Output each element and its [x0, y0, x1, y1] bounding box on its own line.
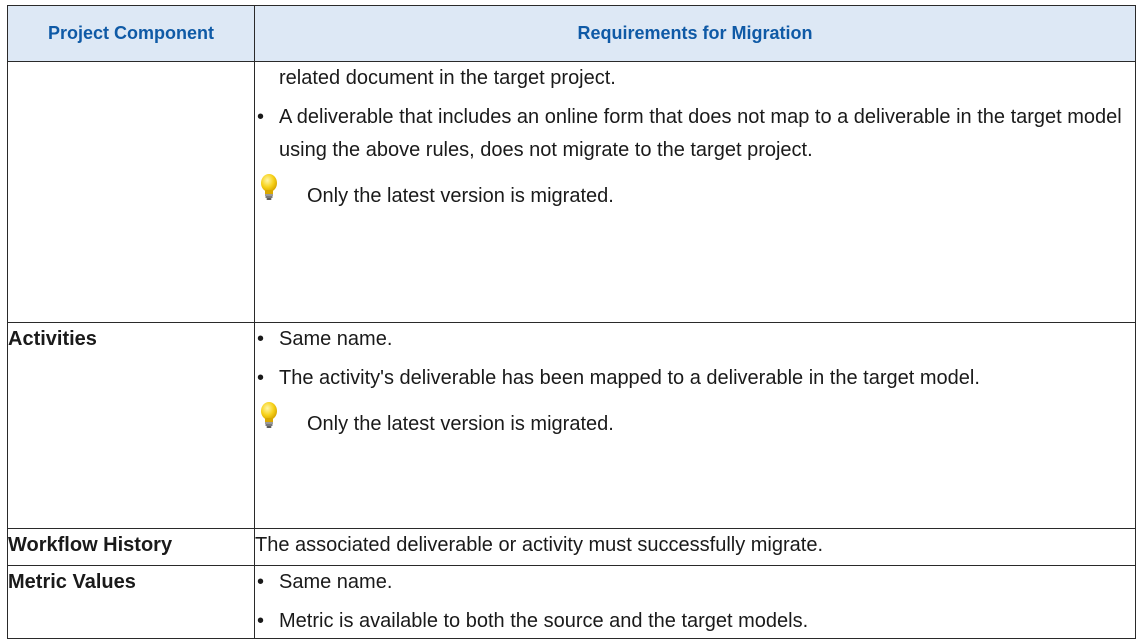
list-item-text: Metric is available to both the source a… — [279, 610, 809, 632]
tip-note: Only the latest version is migrated. — [255, 174, 1135, 213]
requirements-list: • Same name. • Metric is available to bo… — [255, 566, 1135, 638]
bullet-marker: • — [257, 367, 265, 389]
table-row: related document in the target project. … — [7, 61, 1136, 323]
bullet-marker: • — [257, 571, 265, 593]
list-item: • The activity's deliverable has been ma… — [255, 362, 1135, 395]
requirements-cell: • Same name. • The activity's deliverabl… — [254, 322, 1136, 529]
list-item-text: A deliverable that includes an online fo… — [279, 106, 1122, 161]
list-item: • Metric is available to both the source… — [255, 605, 1135, 638]
table-row: Metric Values • Same name. • Metric is a… — [7, 565, 1136, 639]
list-item-text: Same name. — [279, 571, 393, 593]
bullet-marker: • — [257, 328, 265, 350]
requirements-cell: • Same name. • Metric is available to bo… — [254, 565, 1136, 639]
header-requirements: Requirements for Migration — [254, 5, 1136, 62]
tip-text: Only the latest version is migrated. — [307, 185, 614, 207]
requirements-list: • Same name. • The activity's deliverabl… — [255, 323, 1135, 395]
list-item: • Same name. — [255, 323, 1135, 356]
list-item-text: The activity's deliverable has been mapp… — [279, 367, 980, 389]
table-row: Activities • Same name. • The activity's… — [7, 322, 1136, 529]
requirements-cell: The associated deliverable or activity m… — [254, 528, 1136, 566]
tip-note: Only the latest version is migrated. — [255, 402, 1135, 441]
list-item: • A deliverable that includes an online … — [255, 101, 1135, 167]
lightbulb-icon — [261, 402, 277, 428]
table-header-row: Project Component Requirements for Migra… — [7, 5, 1136, 62]
component-cell: Workflow History — [7, 528, 255, 566]
requirements-list: • A deliverable that includes an online … — [255, 101, 1135, 167]
component-cell: Activities — [7, 322, 255, 529]
table-row: Workflow History The associated delivera… — [7, 528, 1136, 566]
list-item-text: Same name. — [279, 328, 393, 350]
component-cell — [7, 61, 255, 323]
continued-text: related document in the target project. — [279, 67, 616, 89]
tip-text: Only the latest version is migrated. — [307, 413, 614, 435]
requirements-cell: related document in the target project. … — [254, 61, 1136, 323]
lightbulb-icon — [261, 174, 277, 200]
list-item: • Same name. — [255, 566, 1135, 599]
migration-requirements-table: Project Component Requirements for Migra… — [7, 5, 1136, 639]
header-project-component: Project Component — [7, 5, 255, 62]
bullet-marker: • — [257, 610, 265, 632]
bullet-marker: • — [257, 106, 265, 128]
component-cell: Metric Values — [7, 565, 255, 639]
